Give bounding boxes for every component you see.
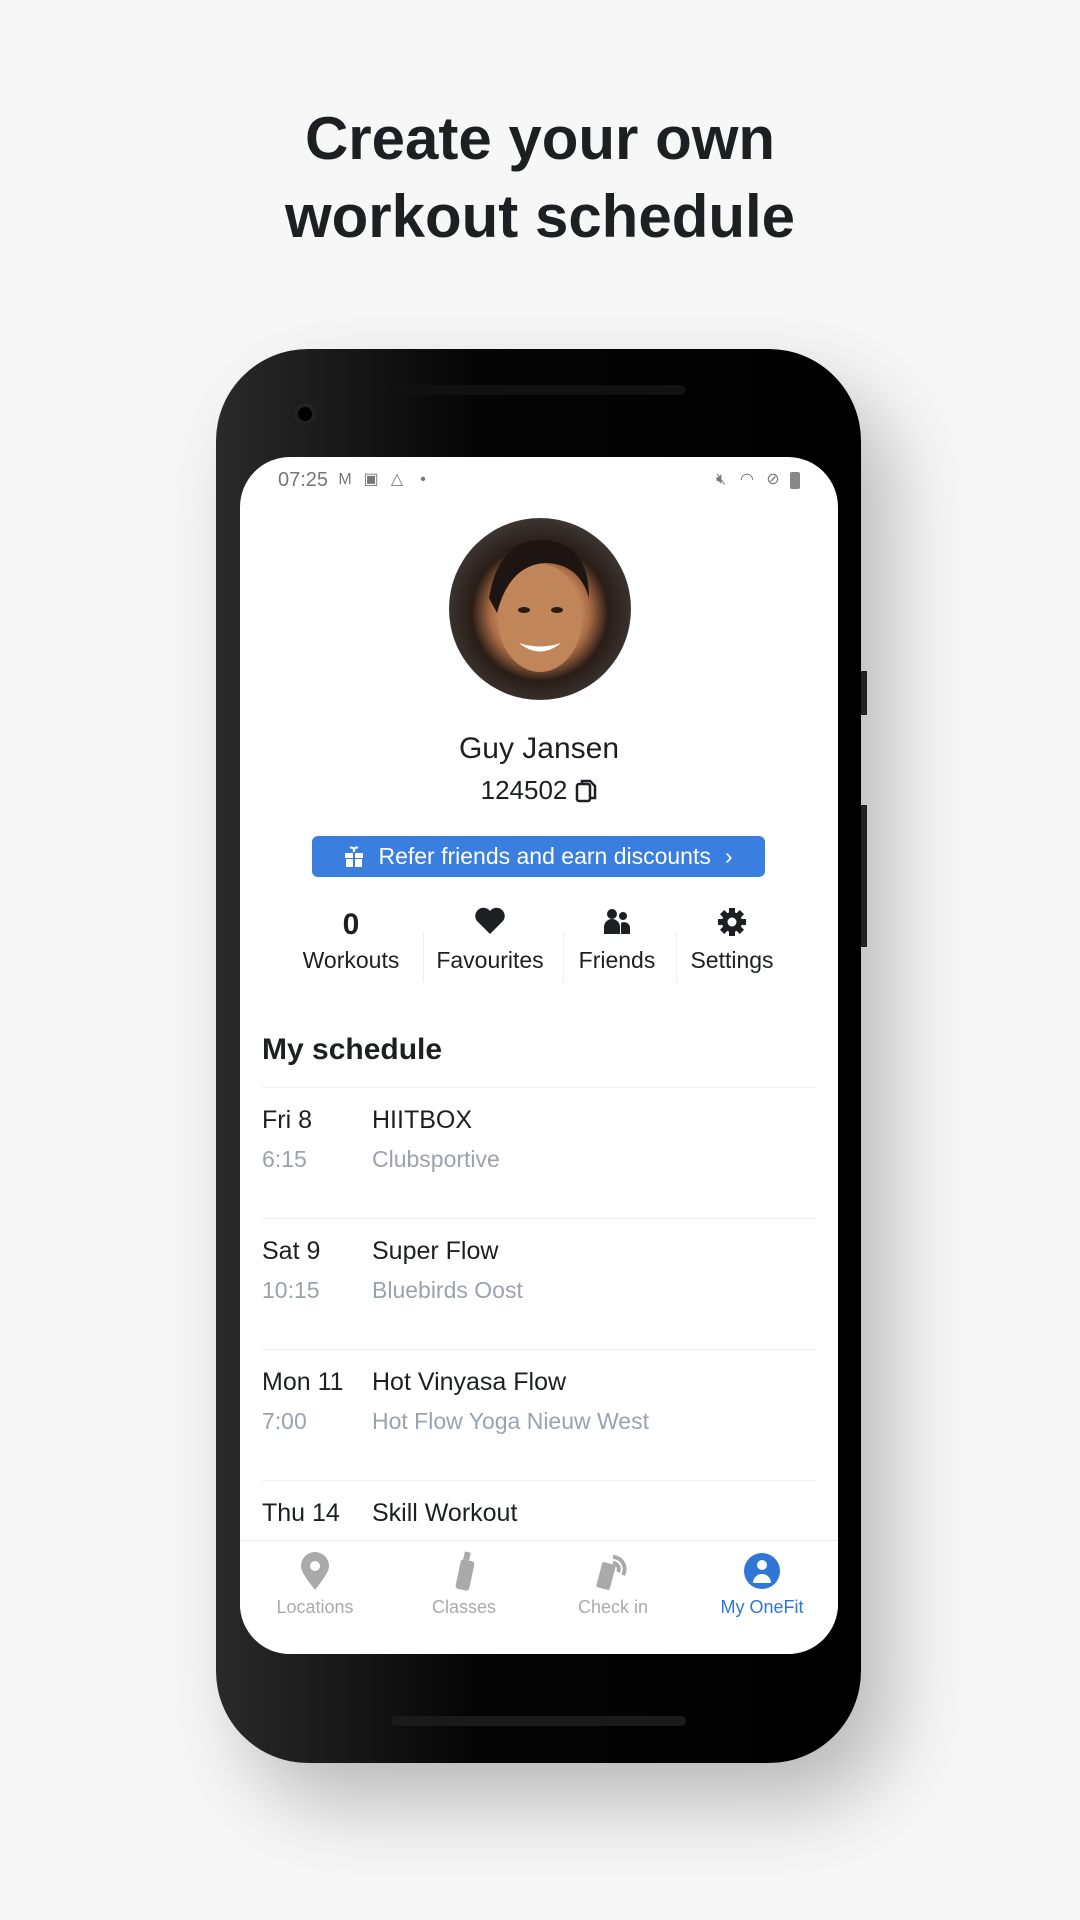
gmail-icon: M <box>338 471 352 488</box>
schedule-class: Hot Vinyasa Flow <box>372 1368 567 1396</box>
nav-label: Classes <box>431 1597 497 1617</box>
schedule-day: Mon 11 <box>262 1368 344 1396</box>
schedule-item[interactable]: Sat 9 10:15 Super Flow Bluebirds Oost <box>262 1219 816 1350</box>
schedule-class: HIITBOX <box>372 1106 473 1134</box>
nav-check-in[interactable]: Check in <box>543 1551 683 1618</box>
speaker <box>391 385 686 395</box>
stat-workouts[interactable]: 0 Workouts <box>286 907 416 974</box>
volume-button <box>861 671 867 715</box>
profile-name: Guy Jansen <box>458 732 620 765</box>
user-icon <box>744 1553 780 1589</box>
do-not-disturb-icon: ⊘ <box>766 471 780 488</box>
gear-icon <box>718 908 746 936</box>
nav-classes[interactable]: Classes <box>394 1551 534 1618</box>
drive-icon: △ <box>390 471 404 488</box>
schedule-day: Fri 8 <box>262 1106 312 1134</box>
schedule-class: Skill Workout <box>372 1499 518 1527</box>
status-bar: 07:25 M ▣ △ • 🔇︎ ◠ ⊘ <box>278 465 800 495</box>
refer-friends-button[interactable]: Refer friends and earn discounts › <box>312 836 765 877</box>
copy-icon[interactable] <box>575 778 597 804</box>
nav-label: My OneFit <box>720 1597 804 1617</box>
phone-nfc-icon <box>596 1555 627 1590</box>
stat-favourites[interactable]: Favourites <box>425 907 555 974</box>
stat-label: Favourites <box>436 947 544 973</box>
stat-settings[interactable]: Settings <box>667 907 797 974</box>
schedule-item[interactable]: Fri 8 6:15 HIITBOX Clubsportive <box>262 1088 816 1219</box>
schedule-class: Super Flow <box>372 1237 499 1265</box>
nav-label: Check in <box>577 1597 649 1617</box>
mute-icon: 🔇︎ <box>715 471 727 488</box>
headline: Create your own workout schedule <box>0 100 1080 256</box>
avatar[interactable] <box>449 518 631 700</box>
schedule-item[interactable]: Mon 11 7:00 Hot Vinyasa Flow Hot Flow Yo… <box>262 1350 816 1481</box>
member-id: 124502 <box>480 775 568 805</box>
location-pin-icon <box>301 1552 329 1590</box>
app-screen: 07:25 M ▣ △ • 🔇︎ ◠ ⊘ Guy Jansen 124502 R… <box>240 457 838 1654</box>
wifi-icon: ◠ <box>740 471 754 488</box>
schedule-location: Hot Flow Yoga Nieuw West <box>372 1408 649 1434</box>
power-button <box>861 805 867 947</box>
schedule-location: Bluebirds Oost <box>372 1277 523 1303</box>
bottom-nav: Locations Classes Check in My OneFit <box>240 1540 838 1654</box>
schedule-time: 7:00 <box>262 1408 307 1434</box>
schedule-time: 10:15 <box>262 1277 320 1303</box>
schedule-title: My schedule <box>262 1033 443 1066</box>
stat-label: Friends <box>578 947 656 973</box>
nav-locations[interactable]: Locations <box>245 1551 385 1618</box>
bottle-icon <box>455 1551 475 1591</box>
workouts-count: 0 <box>342 908 360 941</box>
battery-icon <box>790 471 800 489</box>
stat-label: Settings <box>690 947 774 973</box>
divider <box>423 932 424 982</box>
gallery-icon: ▣ <box>363 471 379 488</box>
schedule-time: 6:15 <box>262 1146 307 1172</box>
schedule-day: Thu 14 <box>262 1499 340 1527</box>
home-bar <box>391 1716 686 1726</box>
nav-label: Locations <box>276 1597 354 1617</box>
dot-icon: • <box>420 471 426 488</box>
friends-icon <box>604 909 630 934</box>
stats-bar: 0 Workouts Favourites Friends Settings <box>280 907 798 987</box>
schedule-location: Clubsportive <box>372 1146 500 1172</box>
nav-my-onefit[interactable]: My OneFit <box>692 1551 832 1618</box>
gift-icon <box>345 846 364 867</box>
refer-label: Refer friends and earn discounts <box>378 843 711 869</box>
headline-line-1: Create your own <box>304 105 776 172</box>
member-id-row: 124502 <box>240 775 838 806</box>
chevron-right-icon: › <box>724 843 733 869</box>
heart-icon <box>475 907 505 934</box>
stat-label: Workouts <box>302 947 400 973</box>
stat-friends[interactable]: Friends <box>552 907 682 974</box>
status-time: 07:25 <box>278 468 329 491</box>
camera <box>294 403 316 425</box>
headline-line-2: workout schedule <box>284 183 796 250</box>
schedule-day: Sat 9 <box>262 1237 321 1265</box>
